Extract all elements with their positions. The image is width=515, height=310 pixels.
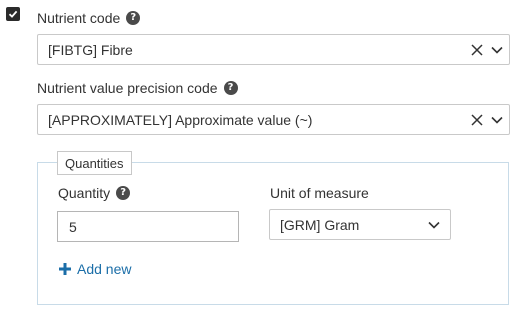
unit-label-row: Unit of measure — [270, 185, 369, 201]
help-icon[interactable]: ? — [116, 186, 131, 200]
quantity-label-row: Quantity ? — [58, 185, 131, 201]
quantity-input[interactable]: 5 — [57, 211, 239, 242]
checkmark-icon — [8, 10, 18, 18]
close-icon[interactable] — [471, 113, 483, 126]
unit-of-measure-select[interactable]: [GRM] Gram — [269, 209, 451, 240]
nutrient-code-label: Nutrient code — [37, 10, 121, 26]
quantities-legend: Quantities — [57, 151, 132, 175]
unit-of-measure-label: Unit of measure — [270, 185, 369, 201]
precision-code-value: [APPROXIMATELY] Approximate value (~) — [48, 111, 313, 128]
close-icon[interactable] — [471, 43, 483, 56]
unit-of-measure-value: [GRM] Gram — [280, 216, 360, 233]
chevron-down-icon[interactable] — [428, 221, 440, 229]
nutrient-code-select[interactable]: [FIBTG] Fibre — [37, 34, 510, 65]
chevron-down-icon[interactable] — [491, 46, 503, 54]
precision-code-label: Nutrient value precision code — [37, 80, 218, 96]
precision-code-select[interactable]: [APPROXIMATELY] Approximate value (~) — [37, 104, 510, 135]
precision-code-label-row: Nutrient value precision code ? — [37, 80, 238, 96]
help-icon[interactable]: ? — [126, 11, 141, 25]
help-icon[interactable]: ? — [223, 81, 238, 95]
plus-icon — [59, 263, 71, 275]
chevron-down-icon[interactable] — [491, 116, 503, 124]
enable-checkbox[interactable] — [6, 7, 20, 21]
add-new-button[interactable]: Add new — [58, 261, 131, 277]
nutrient-code-label-row: Nutrient code ? — [37, 10, 141, 26]
nutrient-code-value: [FIBTG] Fibre — [48, 41, 133, 58]
quantity-label: Quantity — [58, 185, 111, 201]
add-new-label: Add new — [77, 261, 132, 277]
